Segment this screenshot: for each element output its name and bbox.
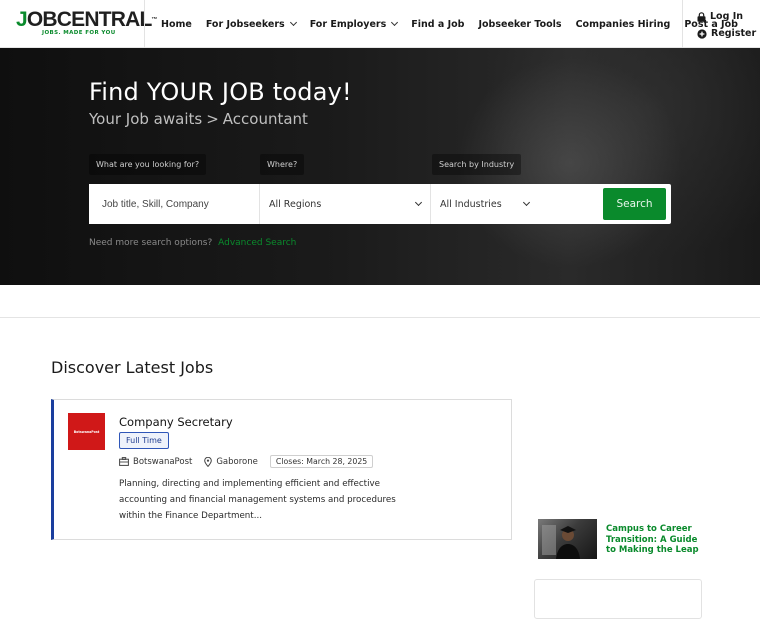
search-button[interactable]: Search — [603, 188, 666, 220]
nav-for-jobseekers-label: For Jobseekers — [205, 18, 285, 30]
sidebar-article-link[interactable]: Campus to Career Transition: A Guide to … — [606, 524, 708, 556]
logo-wordmark: JOBCENTRAL™ — [16, 8, 158, 31]
login-label: Log In — [710, 11, 743, 22]
breadcrumb-separator: > — [206, 110, 219, 128]
hero-subtitle-prefix: Your Job awaits — [89, 110, 203, 128]
chevron-down-icon — [289, 18, 297, 27]
chevron-down-icon — [414, 198, 423, 207]
header-divider — [682, 0, 683, 48]
location-label: Where? — [260, 154, 305, 175]
nav-for-jobseekers[interactable]: For Jobseekers — [205, 18, 297, 30]
sidebar-card — [534, 579, 702, 619]
company-logo: BotswanaPost — [68, 413, 105, 450]
job-company: BotswanaPost — [119, 457, 192, 467]
search-bar: All Regions All Industries Search — [89, 184, 671, 224]
building-icon — [119, 457, 129, 466]
nav-find-a-job-label: Find a Job — [411, 18, 465, 30]
job-location-name: Gaborone — [216, 456, 258, 467]
job-closing-date: Closes: March 28, 2025 — [269, 455, 374, 468]
advanced-search-link[interactable]: Advanced Search — [218, 238, 296, 248]
login-link[interactable]: Log In — [697, 8, 756, 25]
more-options-text: Need more search options? — [89, 238, 213, 248]
job-location: Gaborone — [204, 456, 258, 467]
nav-for-employers[interactable]: For Employers — [309, 18, 399, 30]
nav-jobseeker-tools-label: Jobseeker Tools — [478, 18, 562, 30]
hero-subtitle-category: Accountant — [222, 110, 308, 128]
nav-companies-hiring-label: Companies Hiring — [575, 18, 671, 30]
map-pin-icon — [204, 456, 213, 467]
company-logo-text: BotswanaPost — [73, 429, 100, 434]
site-header: JOBCENTRAL™ JOBS. MADE FOR YOU Home For … — [0, 0, 760, 48]
keyword-search-input[interactable] — [89, 184, 260, 224]
nav-home[interactable]: Home — [161, 19, 192, 30]
article-thumbnail[interactable] — [538, 519, 597, 559]
nav-jobseeker-tools[interactable]: Jobseeker Tools — [478, 19, 561, 30]
lock-icon — [697, 11, 706, 22]
nav-companies-hiring[interactable]: Companies Hiring — [576, 19, 671, 30]
region-select[interactable]: All Regions — [260, 184, 431, 224]
register-label: Register — [711, 28, 757, 39]
plus-circle-icon — [697, 28, 707, 39]
main-nav: Home For Jobseekers For Employers Find a… — [161, 0, 752, 48]
more-search-options: Need more search options? Advanced Searc… — [89, 238, 296, 248]
keyword-label: What are you looking for? — [89, 154, 207, 175]
chevron-down-icon — [391, 18, 399, 27]
graduate-photo-icon — [542, 525, 580, 559]
register-link[interactable]: Register — [697, 25, 756, 42]
nav-home-label: Home — [161, 18, 192, 30]
job-description: Planning, directing and implementing eff… — [119, 479, 396, 521]
industry-select-value: All Industries — [440, 198, 502, 210]
nav-find-a-job[interactable]: Find a Job — [411, 19, 464, 30]
industry-label: Search by Industry — [432, 154, 522, 175]
auth-links: Log In Register — [697, 8, 756, 42]
job-type-badge: Full Time — [119, 432, 169, 449]
hero-subtitle: Your Job awaits > Accountant — [89, 110, 308, 128]
job-title[interactable]: Company Secretary — [119, 415, 233, 429]
chevron-down-icon — [522, 198, 531, 207]
hero-title: Find YOUR JOB today! — [89, 78, 352, 106]
job-card[interactable]: BotswanaPost Company Secretary Full Time… — [51, 399, 512, 540]
nav-for-employers-label: For Employers — [309, 18, 387, 30]
header-divider — [144, 0, 145, 48]
section-title: Discover Latest Jobs — [51, 358, 214, 377]
industry-select[interactable]: All Industries — [431, 184, 602, 224]
region-select-value: All Regions — [269, 198, 322, 210]
site-logo[interactable]: JOBCENTRAL™ JOBS. MADE FOR YOU — [16, 8, 158, 39]
hero-search-section: Find YOUR JOB today! Your Job awaits > Acc… — [0, 48, 760, 285]
job-meta: BotswanaPost Gaborone Closes: March 28, … — [119, 455, 374, 468]
job-company-name: BotswanaPost — [133, 456, 193, 467]
section-divider — [0, 317, 760, 318]
